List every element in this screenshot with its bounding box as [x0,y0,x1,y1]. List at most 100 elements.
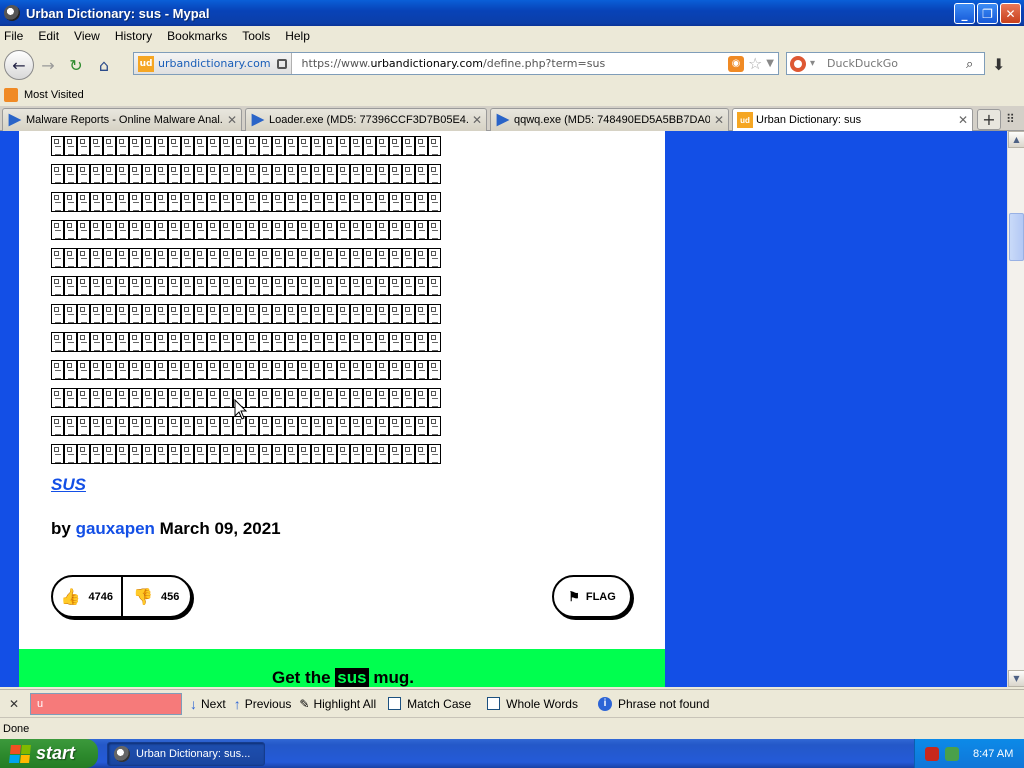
missing-glyph-box [389,220,402,240]
find-previous-button[interactable]: ↑ Previous [234,696,292,712]
tab-loader-exe[interactable]: Loader.exe (MD5: 77396CCF3D7B05E4... ✕ [245,108,487,131]
missing-glyph-box [376,360,389,380]
menu-file[interactable]: File [4,29,23,43]
missing-glyph-box [389,136,402,156]
missing-glyph-box [272,332,285,352]
missing-glyph-box [220,276,233,296]
match-case-label: Match Case [407,696,472,711]
tab-close-icon[interactable]: ✕ [472,113,482,127]
page-viewport[interactable]: SUS by gauxapen March 09, 2021 👍 4746 👎 … [0,131,1007,687]
missing-glyph-box [272,192,285,212]
tab-malware-reports[interactable]: Malware Reports - Online Malware Anal...… [2,108,242,131]
find-next-button[interactable]: ↓ Next [190,696,226,712]
duckduckgo-icon[interactable] [790,55,806,72]
missing-glyph-box [64,220,77,240]
missing-glyph-box [168,276,181,296]
definition-word-link[interactable]: SUS [51,475,86,495]
promo-highlight: sus [335,668,369,687]
missing-glyph-box [272,388,285,408]
missing-glyph-box [285,360,298,380]
search-icon[interactable]: ⌕ [966,57,980,72]
flag-button[interactable]: ⚑ FLAG [552,575,632,618]
downvote-button[interactable]: 👎 456 [120,577,191,616]
missing-glyph-box [337,444,350,464]
missing-glyph-box [194,192,207,212]
missing-glyph-box [90,304,103,324]
find-input[interactable] [30,692,182,715]
forward-button[interactable]: → [34,51,62,79]
missing-glyph-box [77,276,90,296]
scroll-down-button[interactable]: ▼ [1008,670,1024,687]
menu-history[interactable]: History [115,29,152,43]
missing-glyph-box [259,416,272,436]
minimize-button[interactable]: _ [954,3,975,24]
missing-glyph-box [246,192,259,212]
menu-view[interactable]: View [74,29,100,43]
missing-glyph-box [428,276,441,296]
match-case-checkbox[interactable]: Match Case [388,697,471,711]
glyph-row [51,136,441,156]
close-button[interactable]: ✕ [1000,3,1021,24]
missing-glyph-box [77,388,90,408]
most-visited-bookmark[interactable]: Most Visited [24,89,84,101]
home-button[interactable]: ⌂ [90,51,118,79]
glyph-row [51,192,441,212]
missing-glyph-box [51,416,64,436]
menu-help[interactable]: Help [285,29,310,43]
missing-glyph-box [233,192,246,212]
scroll-thumb[interactable] [1009,213,1024,261]
download-icon[interactable]: ⬇ [992,55,1005,74]
bookmark-star-icon[interactable]: ☆ [748,54,762,73]
tab-close-icon[interactable]: ✕ [227,113,237,127]
missing-glyph-box [389,388,402,408]
author-link[interactable]: gauxapen [76,519,155,538]
list-all-tabs-icon[interactable]: ⠿ [1006,112,1015,126]
tab-urban-dictionary[interactable]: ud Urban Dictionary: sus ✕ [732,108,973,131]
maximize-button[interactable]: ❐ [977,3,998,24]
security-shield-icon[interactable] [925,746,939,761]
url-text[interactable]: https://www.urbandictionary.com/define.p… [302,57,728,70]
network-icon[interactable] [945,746,959,761]
find-next-label: Next [201,696,226,711]
highlight-all-button[interactable]: ✎ Highlight All [299,697,376,711]
missing-glyph-box [155,136,168,156]
missing-glyph-box [142,136,155,156]
missing-glyph-box [129,360,142,380]
url-dropdown-icon[interactable]: ▼ [766,58,774,69]
mypal-app-icon [4,5,20,21]
mug-promo-text[interactable]: Get the sus mug. [272,668,414,687]
whole-words-checkbox[interactable]: Whole Words [487,697,578,711]
missing-glyph-box [363,332,376,352]
vertical-scrollbar[interactable]: ▲ ▼ [1007,131,1024,687]
missing-glyph-box [259,220,272,240]
missing-glyph-box [207,164,220,184]
tab-qqwq-exe[interactable]: qqwq.exe (MD5: 748490ED5A5BB7DA0... ✕ [490,108,729,131]
taskbar-window-button[interactable]: Urban Dictionary: sus... [107,742,265,766]
find-close-icon[interactable]: ✕ [4,697,24,711]
start-button[interactable]: start [0,739,98,768]
new-tab-button[interactable]: + [977,109,1001,130]
upvote-button[interactable]: 👍 4746 [53,577,121,616]
missing-glyph-box [129,192,142,212]
missing-glyph-box [90,248,103,268]
search-engine-dropdown-icon[interactable]: ▾ [810,58,815,69]
missing-glyph-box [181,360,194,380]
missing-glyph-box [285,388,298,408]
tab-label: qqwq.exe (MD5: 748490ED5A5BB7DA0... [514,114,710,126]
missing-glyph-box [51,444,64,464]
site-identity[interactable]: ud urbandictionary.com [134,53,292,74]
address-bar[interactable]: ud urbandictionary.com https://www.urban… [133,52,779,75]
menu-bookmarks[interactable]: Bookmarks [167,29,227,43]
reload-button[interactable]: ↻ [62,51,90,79]
rss-feed-icon[interactable]: ◉ [727,55,744,72]
menu-edit[interactable]: Edit [38,29,59,43]
back-button[interactable]: ← [4,50,34,80]
missing-glyph-box [376,332,389,352]
windows-logo-icon [9,744,31,763]
tab-close-icon[interactable]: ✕ [714,113,724,127]
tab-close-icon[interactable]: ✕ [958,113,968,127]
scroll-up-button[interactable]: ▲ [1008,131,1024,148]
menu-tools[interactable]: Tools [242,29,270,43]
search-bar[interactable]: ▾ DuckDuckGo ⌕ [786,52,985,75]
missing-glyph-box [376,304,389,324]
